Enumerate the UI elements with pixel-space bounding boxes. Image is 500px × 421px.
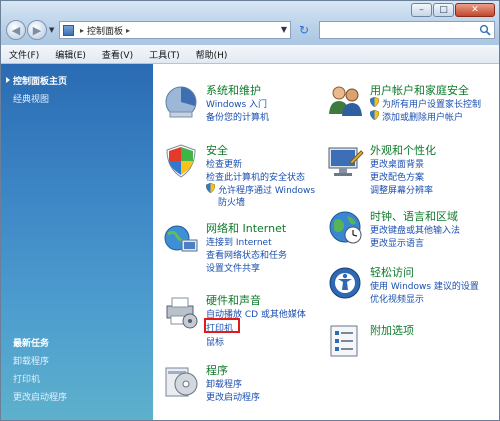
arrow-right-icon: ▶ bbox=[32, 23, 42, 37]
address-bar[interactable]: ▸ 控制面板 ▸ ▼ bbox=[59, 21, 291, 39]
category-title[interactable]: 系统和维护 bbox=[206, 82, 261, 98]
category-title[interactable]: 附加选项 bbox=[370, 322, 414, 338]
category-title[interactable]: 时钟、语言和区域 bbox=[370, 208, 458, 224]
adjust-resolution-link[interactable]: 调整屏幕分辨率 bbox=[370, 183, 433, 196]
firewall-link[interactable]: 防火墙 bbox=[218, 195, 245, 208]
category-ease-of-access: 轻松访问 使用 Windows 建议的设置 优化视频显示 bbox=[326, 264, 496, 314]
check-updates-link[interactable]: 检查更新 bbox=[206, 157, 242, 170]
appearance-monitor-icon[interactable] bbox=[326, 142, 364, 180]
maximize-button[interactable]: □ bbox=[433, 3, 454, 17]
menu-view[interactable]: 查看(V) bbox=[94, 48, 141, 61]
optimize-display-link[interactable]: 优化视频显示 bbox=[370, 292, 424, 305]
current-page-bullet-icon bbox=[6, 77, 10, 83]
control-panel-icon bbox=[63, 24, 74, 36]
uac-shield-icon bbox=[206, 183, 215, 193]
change-startup-link[interactable]: 更改启动程序 bbox=[206, 390, 260, 403]
change-input-method-link[interactable]: 更改键盘或其他输入法 bbox=[370, 223, 460, 236]
category-programs: 程序 卸载程序 更改启动程序 bbox=[162, 362, 322, 412]
menu-help[interactable]: 帮助(H) bbox=[188, 48, 236, 61]
check-security-status-link[interactable]: 检查此计算机的安全状态 bbox=[206, 170, 305, 183]
category-system: 系统和维护 Windows 入门 备份您的计算机 bbox=[162, 82, 322, 132]
menu-edit[interactable]: 编辑(E) bbox=[47, 48, 94, 61]
category-hardware: 硬件和声音 自动播放 CD 或其他媒体 打印机 鼠标 bbox=[162, 292, 332, 352]
breadcrumb-separator-icon: ▸ bbox=[126, 25, 131, 35]
task-pane: 控制面板主页 经典视图 最新任务 卸载程序 打印机 更改启动程序 bbox=[1, 64, 153, 420]
back-button[interactable]: ◀ bbox=[6, 20, 26, 40]
menu-bar: 文件(F) 编辑(E) 查看(V) 工具(T) 帮助(H) bbox=[1, 45, 499, 64]
printer-highlight-box bbox=[204, 318, 240, 333]
category-appearance: 外观和个性化 更改桌面背景 更改配色方案 调整屏幕分辨率 bbox=[326, 142, 496, 202]
control-panel-home-link[interactable]: 控制面板主页 bbox=[13, 74, 67, 87]
category-title[interactable]: 硬件和声音 bbox=[206, 292, 261, 308]
menu-file[interactable]: 文件(F) bbox=[1, 48, 47, 61]
refresh-button[interactable]: ↻ bbox=[295, 21, 313, 39]
recent-task-uninstall-link[interactable]: 卸载程序 bbox=[13, 354, 49, 367]
search-input[interactable] bbox=[319, 21, 495, 39]
category-title[interactable]: 安全 bbox=[206, 142, 228, 158]
connect-internet-link[interactable]: 连接到 Internet bbox=[206, 235, 272, 248]
file-sharing-link[interactable]: 设置文件共享 bbox=[206, 261, 260, 274]
window-controls: – □ ✕ bbox=[411, 3, 495, 17]
breadcrumb-separator-icon: ▸ bbox=[80, 25, 85, 35]
menu-tools[interactable]: 工具(T) bbox=[141, 48, 188, 61]
add-remove-users-link[interactable]: 添加或删除用户帐户 bbox=[382, 110, 463, 123]
recent-task-startup-link[interactable]: 更改启动程序 bbox=[13, 390, 67, 403]
system-maintenance-icon[interactable] bbox=[162, 82, 200, 120]
category-title[interactable]: 用户帐户和家庭安全 bbox=[370, 82, 469, 98]
ease-of-access-icon[interactable] bbox=[326, 264, 364, 302]
getting-started-link[interactable]: Windows 入门 bbox=[206, 97, 267, 110]
category-clock-language: 时钟、语言和区域 更改键盘或其他输入法 更改显示语言 bbox=[326, 208, 496, 258]
category-title[interactable]: 程序 bbox=[206, 362, 228, 378]
change-desktop-background-link[interactable]: 更改桌面背景 bbox=[370, 157, 424, 170]
recent-tasks-heading: 最新任务 bbox=[13, 339, 50, 349]
security-shield-icon[interactable] bbox=[162, 142, 200, 180]
uninstall-program-link[interactable]: 卸载程序 bbox=[206, 377, 242, 390]
close-button[interactable]: ✕ bbox=[455, 3, 495, 17]
programs-disc-icon[interactable] bbox=[162, 362, 200, 400]
change-display-language-link[interactable]: 更改显示语言 bbox=[370, 236, 424, 249]
category-users: 用户帐户和家庭安全 为所有用户设置家长控制 添加或删除用户帐户 bbox=[326, 82, 496, 132]
category-view: 系统和维护 Windows 入门 备份您的计算机 安全 检查更新 检查此计算机的… bbox=[154, 64, 499, 420]
refresh-icon: ↻ bbox=[298, 23, 310, 37]
backup-computer-link[interactable]: 备份您的计算机 bbox=[206, 110, 269, 123]
breadcrumb-control-panel[interactable]: 控制面板 bbox=[87, 24, 123, 37]
parental-controls-link[interactable]: 为所有用户设置家长控制 bbox=[382, 97, 481, 110]
additional-options-icon[interactable] bbox=[326, 322, 364, 360]
printer-hardware-icon[interactable] bbox=[162, 292, 200, 330]
category-title[interactable]: 外观和个性化 bbox=[370, 142, 436, 158]
category-additional-options: 附加选项 bbox=[326, 322, 496, 362]
recent-task-printer-link[interactable]: 打印机 bbox=[13, 372, 40, 385]
title-bar: – □ ✕ ◀ ▶ ▼ ▸ 控制面板 ▸ ▼ ↻ bbox=[1, 1, 499, 45]
control-panel-window: – □ ✕ ◀ ▶ ▼ ▸ 控制面板 ▸ ▼ ↻ 文件(F) 编辑(E) 查看(… bbox=[0, 0, 500, 421]
mouse-link[interactable]: 鼠标 bbox=[206, 335, 224, 348]
uac-shield-icon bbox=[370, 110, 379, 120]
network-icon[interactable] bbox=[162, 220, 200, 258]
search-icon[interactable] bbox=[479, 24, 491, 36]
network-status-link[interactable]: 查看网络状态和任务 bbox=[206, 248, 287, 261]
category-network: 网络和 Internet 连接到 Internet 查看网络状态和任务 设置文件… bbox=[162, 220, 322, 280]
uac-shield-icon bbox=[370, 97, 379, 107]
forward-button[interactable]: ▶ bbox=[27, 20, 47, 40]
arrow-left-icon: ◀ bbox=[11, 23, 21, 37]
recent-pages-dropdown[interactable]: ▼ bbox=[49, 26, 54, 34]
classic-view-link[interactable]: 经典视图 bbox=[13, 92, 49, 105]
category-title[interactable]: 网络和 Internet bbox=[206, 220, 286, 236]
recommended-settings-link[interactable]: 使用 Windows 建议的设置 bbox=[370, 279, 479, 292]
address-dropdown-icon[interactable]: ▼ bbox=[281, 25, 287, 34]
users-icon[interactable] bbox=[326, 82, 364, 120]
category-title[interactable]: 轻松访问 bbox=[370, 264, 414, 280]
clock-globe-icon[interactable] bbox=[326, 208, 364, 246]
category-security: 安全 检查更新 检查此计算机的安全状态 允许程序通过 Windows 防火墙 bbox=[162, 142, 332, 208]
change-color-scheme-link[interactable]: 更改配色方案 bbox=[370, 170, 424, 183]
minimize-button[interactable]: – bbox=[411, 3, 432, 17]
